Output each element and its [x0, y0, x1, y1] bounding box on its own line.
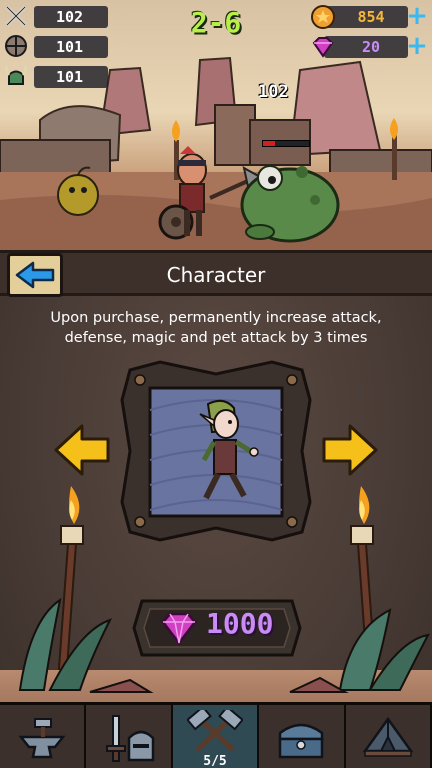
anvil-hammer-icon [18, 718, 66, 759]
magic-value: 101 [34, 66, 108, 88]
nav-forge[interactable] [0, 705, 87, 768]
sword-helmet-icon [105, 715, 154, 762]
nav-chest[interactable] [259, 705, 346, 768]
character-portrait-frame [120, 360, 312, 542]
bottom-navigation: 5/5 [0, 702, 432, 768]
price-value: 1000 [206, 607, 274, 640]
add-gems-button[interactable]: + [406, 33, 428, 59]
gold-coin-icon [311, 5, 335, 29]
panel-title: Character [166, 263, 266, 287]
nav-battle[interactable]: 5/5 [172, 705, 260, 768]
gem-price-icon [161, 612, 197, 645]
gem-currency: 20 + [310, 33, 428, 60]
enemy-hp-bar [262, 140, 310, 147]
battle-scene: 102 101 101 2-6 854 + 20 + 102 [0, 0, 432, 250]
gold-value: 854 [324, 6, 408, 28]
back-arrow-icon [15, 261, 55, 289]
nav-shop[interactable] [345, 705, 432, 768]
tent-icon [362, 716, 414, 757]
add-gold-button[interactable]: + [406, 3, 428, 29]
defense-value: 101 [34, 36, 108, 58]
title-bar: Character [0, 250, 432, 296]
crossed-hammers-icon [187, 710, 244, 752]
magic-stat: 101 [4, 64, 108, 90]
horned-helmet-icon [4, 63, 32, 91]
back-button[interactable] [7, 253, 63, 297]
character-panel: Character Upon purchase, permanently inc… [0, 250, 432, 768]
enemy-hp-fill [263, 141, 275, 146]
damage-popup: 102 [258, 82, 289, 102]
treasure-chest-icon [279, 723, 324, 759]
character-description: Upon purchase, permanently increase atta… [50, 310, 382, 346]
previous-character-button[interactable] [52, 422, 112, 478]
battle-counter: 5/5 [203, 754, 227, 768]
nav-equipment[interactable] [86, 705, 173, 768]
gold-currency: 854 + [310, 3, 428, 30]
next-character-button[interactable] [320, 422, 380, 478]
gem-icon [312, 37, 334, 58]
gem-value: 20 [324, 36, 408, 58]
